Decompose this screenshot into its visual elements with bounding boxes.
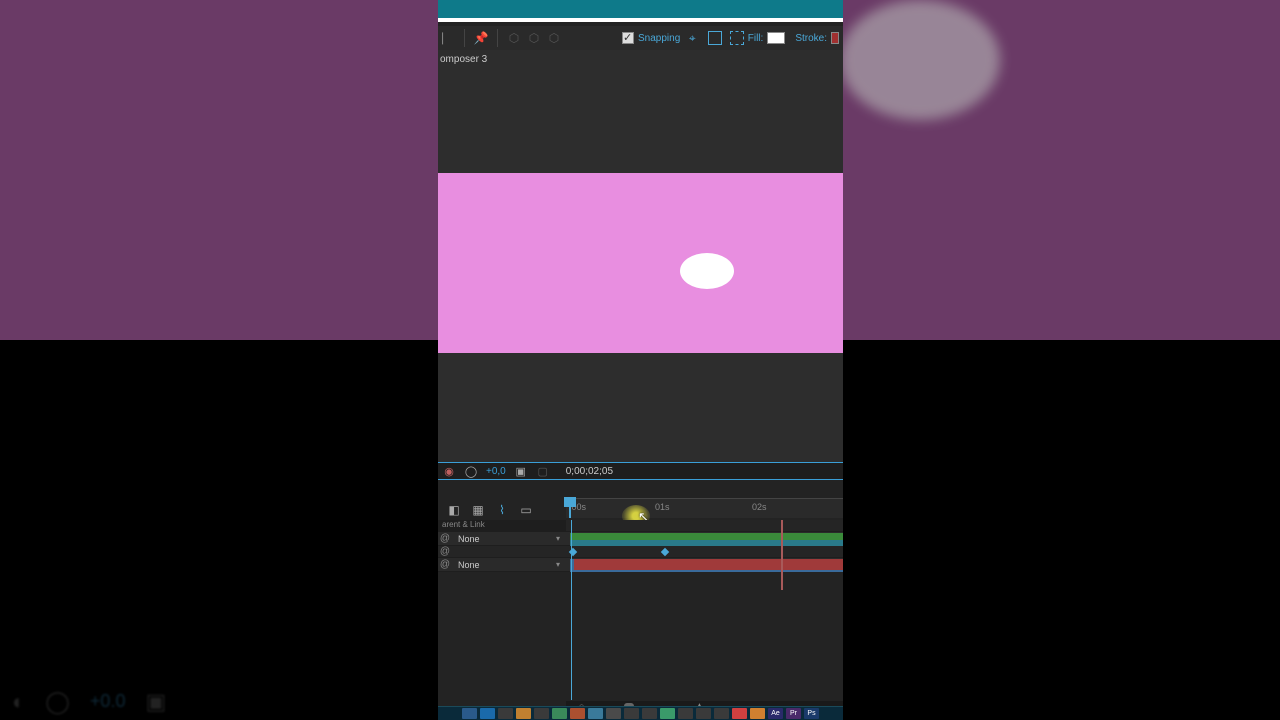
layer-bar-2[interactable]	[574, 559, 843, 570]
taskbar-app-10[interactable]	[642, 708, 657, 719]
playhead[interactable]	[569, 499, 571, 518]
layer-link-icon[interactable]: ⌇	[494, 503, 510, 517]
composition-canvas[interactable]	[438, 173, 843, 353]
fill-swatch[interactable]	[767, 32, 785, 44]
layer-column-header: arent & Link	[438, 520, 566, 532]
chevron-down-icon: ▾	[556, 560, 560, 569]
snapping-label: Snapping	[638, 33, 680, 44]
layer-prop-row[interactable]: @	[438, 546, 566, 558]
taskbar-app-16[interactable]	[750, 708, 765, 719]
bg-aperture-icon: ◯	[45, 689, 70, 715]
bg-zoom-value: +0.0	[90, 691, 126, 712]
taskbar-app-14[interactable]	[714, 708, 729, 719]
ruler-tick-1: 01s	[655, 502, 670, 512]
snapping-toggle[interactable]: Snapping ⌖	[622, 30, 744, 46]
stroke-label: Stroke:	[795, 33, 827, 44]
shape-ellipse[interactable]	[680, 253, 734, 289]
color-mgmt-icon[interactable]: ◉	[442, 464, 456, 478]
snapping-checkbox[interactable]	[622, 32, 634, 44]
snapshot-icon[interactable]: ▢	[536, 464, 550, 478]
snap-box-icon[interactable]	[708, 31, 722, 45]
keyframe-row[interactable]	[566, 546, 843, 558]
tool-icon-3[interactable]: ⬡	[546, 30, 562, 46]
taskbar-app-8[interactable]	[606, 708, 621, 719]
track-row-2[interactable]	[566, 558, 843, 572]
background-ellipse-blur	[840, 0, 1000, 120]
aperture-icon[interactable]: ◯	[464, 464, 478, 478]
taskbar-app-7[interactable]	[588, 708, 603, 719]
pin-icon[interactable]: 📌	[473, 30, 489, 46]
panel-edge-icon[interactable]: ⎸	[440, 30, 456, 46]
parent-value-2: None	[458, 560, 480, 570]
track-area[interactable]	[566, 520, 843, 572]
title-bar	[438, 0, 843, 22]
app-window: ⎸ 📌 ⬡ ⬡ ⬡ Snapping ⌖ Fill: Stroke: ompos…	[438, 0, 843, 720]
time-ruler[interactable]: :00s 01s 02s ↖	[566, 498, 843, 518]
layer-list: @ None ▾ @ @ None ▾	[438, 532, 566, 572]
viewport-footer: ◉ ◯ +0,0 ▣ ▢ 0;00;02;05	[438, 462, 843, 480]
taskbar-app-17[interactable]: Ae	[768, 708, 783, 719]
taskbar-app-19[interactable]: Ps	[804, 708, 819, 719]
taskbar-app-11[interactable]	[660, 708, 675, 719]
parent-value-1: None	[458, 534, 480, 544]
parent-dropdown-1[interactable]: None ▾	[452, 534, 566, 544]
bg-camera-icon: ▣	[145, 689, 166, 715]
track-spacer	[566, 520, 843, 532]
taskbar: AePrPs	[438, 706, 843, 720]
comp-tab[interactable]: omposer 3	[440, 54, 487, 65]
layer-switch-icon[interactable]: ◧	[446, 503, 462, 517]
pickwhip-icon[interactable]: @	[438, 533, 452, 544]
playhead-line	[571, 520, 572, 700]
tool-icon-2[interactable]: ⬡	[526, 30, 542, 46]
taskbar-app-2[interactable]	[498, 708, 513, 719]
taskbar-app-0[interactable]	[462, 708, 477, 719]
comp-tab-row: omposer 3	[438, 50, 843, 68]
work-area-end[interactable]	[781, 520, 783, 590]
timeline-panel: ◧ ▦ ⌇ ▭ :00s 01s 02s ↖ arent & Link @ No…	[438, 490, 843, 720]
taskbar-app-3[interactable]	[516, 708, 531, 719]
ruler-tick-2: 02s	[752, 502, 767, 512]
toolbar: ⎸ 📌 ⬡ ⬡ ⬡ Snapping ⌖ Fill: Stroke:	[438, 26, 843, 50]
fill-label: Fill:	[748, 33, 764, 44]
pickwhip-icon[interactable]: @	[438, 546, 452, 557]
render-queue-icon[interactable]: ▭	[518, 503, 534, 517]
taskbar-app-18[interactable]: Pr	[786, 708, 801, 719]
taskbar-app-5[interactable]	[552, 708, 567, 719]
bg-color-icon: ◐	[12, 689, 25, 715]
layer-row-1[interactable]: @ None ▾	[438, 532, 566, 546]
timecode[interactable]: 0;00;02;05	[566, 466, 613, 477]
taskbar-app-4[interactable]	[534, 708, 549, 719]
snap-box2-icon[interactable]	[730, 31, 744, 45]
track-row-1[interactable]	[566, 532, 843, 546]
layer-row-2[interactable]: @ None ▾	[438, 558, 566, 572]
stroke-swatch[interactable]	[831, 32, 839, 44]
taskbar-app-1[interactable]	[480, 708, 495, 719]
taskbar-app-9[interactable]	[624, 708, 639, 719]
camera-icon[interactable]: ▣	[514, 464, 528, 478]
playhead-head[interactable]	[564, 497, 576, 507]
viewport[interactable]	[438, 68, 843, 462]
keyframe-2[interactable]	[661, 548, 669, 556]
pickwhip-icon[interactable]: @	[438, 559, 452, 570]
taskbar-app-15[interactable]	[732, 708, 747, 719]
taskbar-app-6[interactable]	[570, 708, 585, 719]
exposure-value[interactable]: +0,0	[486, 466, 506, 477]
background-zoom-blur: ◐ ◯ +0.0 ▣	[0, 683, 190, 720]
taskbar-app-12[interactable]	[678, 708, 693, 719]
taskbar-app-13[interactable]	[696, 708, 711, 719]
layer-modes-icon[interactable]: ▦	[470, 503, 486, 517]
parent-dropdown-2[interactable]: None ▾	[452, 560, 566, 570]
tool-icon-1[interactable]: ⬡	[506, 30, 522, 46]
chevron-down-icon: ▾	[556, 534, 560, 543]
snap-magnet-icon[interactable]: ⌖	[684, 30, 700, 46]
